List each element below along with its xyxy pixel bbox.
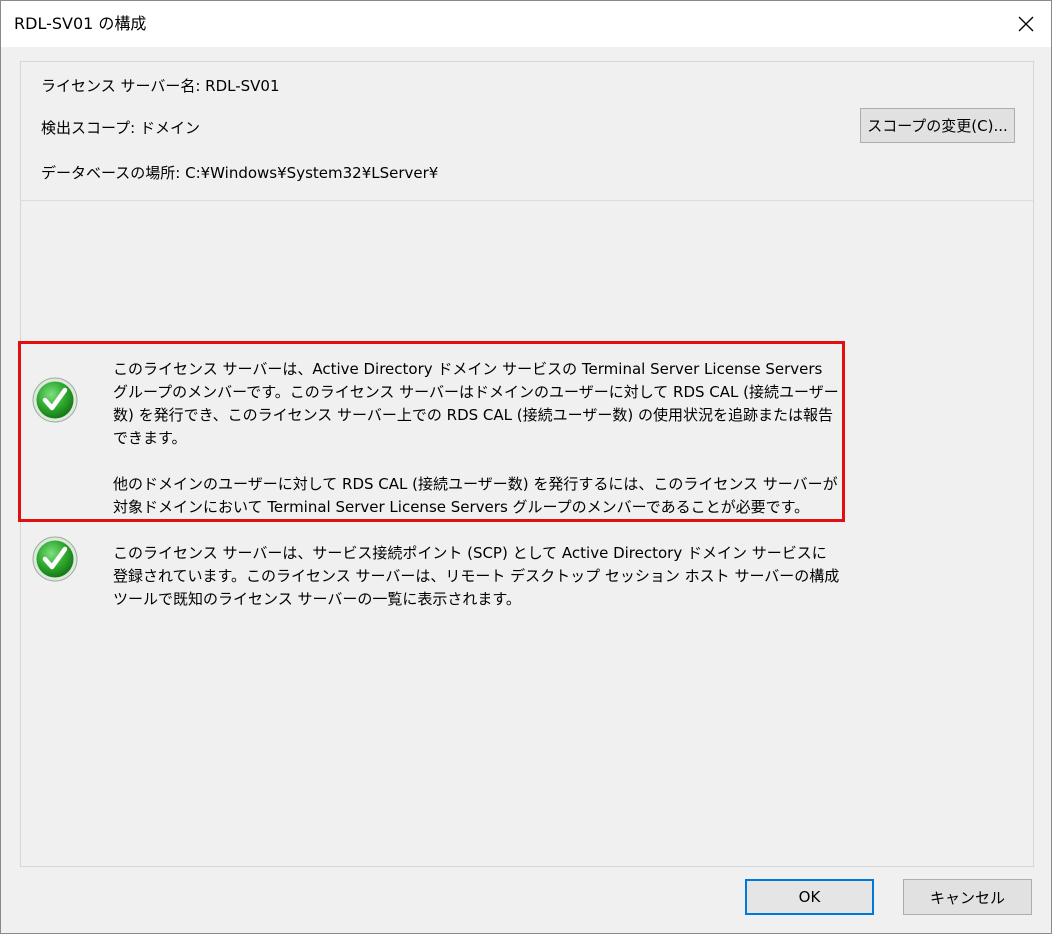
status-ad-group-text: このライセンス サーバーは、Active Directory ドメイン サービス… bbox=[113, 358, 841, 519]
close-button[interactable] bbox=[1005, 5, 1047, 43]
scope-label: 検出スコープ: bbox=[41, 119, 136, 137]
database-location-row: データベースの場所: C:¥Windows¥System32¥LServer¥ bbox=[41, 163, 438, 183]
scope-row: 検出スコープ: ドメイン bbox=[41, 118, 200, 138]
status-paragraph: 他のドメインのユーザーに対して RDS CAL (接続ユーザー数) を発行するに… bbox=[113, 475, 838, 516]
database-location-value: C:¥Windows¥System32¥LServer¥ bbox=[185, 164, 439, 182]
dialog-window: RDL-SV01 の構成 ライセンス サーバー名: RDL-SV01 検出スコー… bbox=[0, 0, 1052, 934]
server-name-row: ライセンス サーバー名: RDL-SV01 bbox=[41, 76, 280, 96]
database-location-label: データベースの場所: bbox=[41, 164, 181, 182]
window-title: RDL-SV01 の構成 bbox=[14, 14, 147, 33]
status-paragraph: このライセンス サーバーは、Active Directory ドメイン サービス… bbox=[113, 360, 839, 447]
cancel-button[interactable]: キャンセル bbox=[903, 879, 1032, 915]
server-name-label: ライセンス サーバー名: bbox=[41, 77, 201, 95]
ok-button[interactable]: OK bbox=[745, 879, 874, 915]
title-bar: RDL-SV01 の構成 bbox=[1, 1, 1051, 47]
server-name-value: RDL-SV01 bbox=[205, 77, 280, 95]
change-scope-button[interactable]: スコープの変更(C)... bbox=[860, 108, 1015, 143]
checkmark-icon bbox=[32, 536, 78, 582]
close-icon bbox=[1018, 16, 1034, 32]
config-panel: ライセンス サーバー名: RDL-SV01 検出スコープ: ドメイン データベー… bbox=[18, 61, 1034, 867]
scope-value: ドメイン bbox=[139, 119, 200, 137]
status-paragraph: このライセンス サーバーは、サービス接続ポイント (SCP) として Activ… bbox=[113, 544, 840, 608]
status-scp-registration-text: このライセンス サーバーは、サービス接続ポイント (SCP) として Activ… bbox=[113, 542, 841, 611]
checkmark-icon bbox=[32, 377, 78, 423]
divider bbox=[21, 200, 1033, 201]
